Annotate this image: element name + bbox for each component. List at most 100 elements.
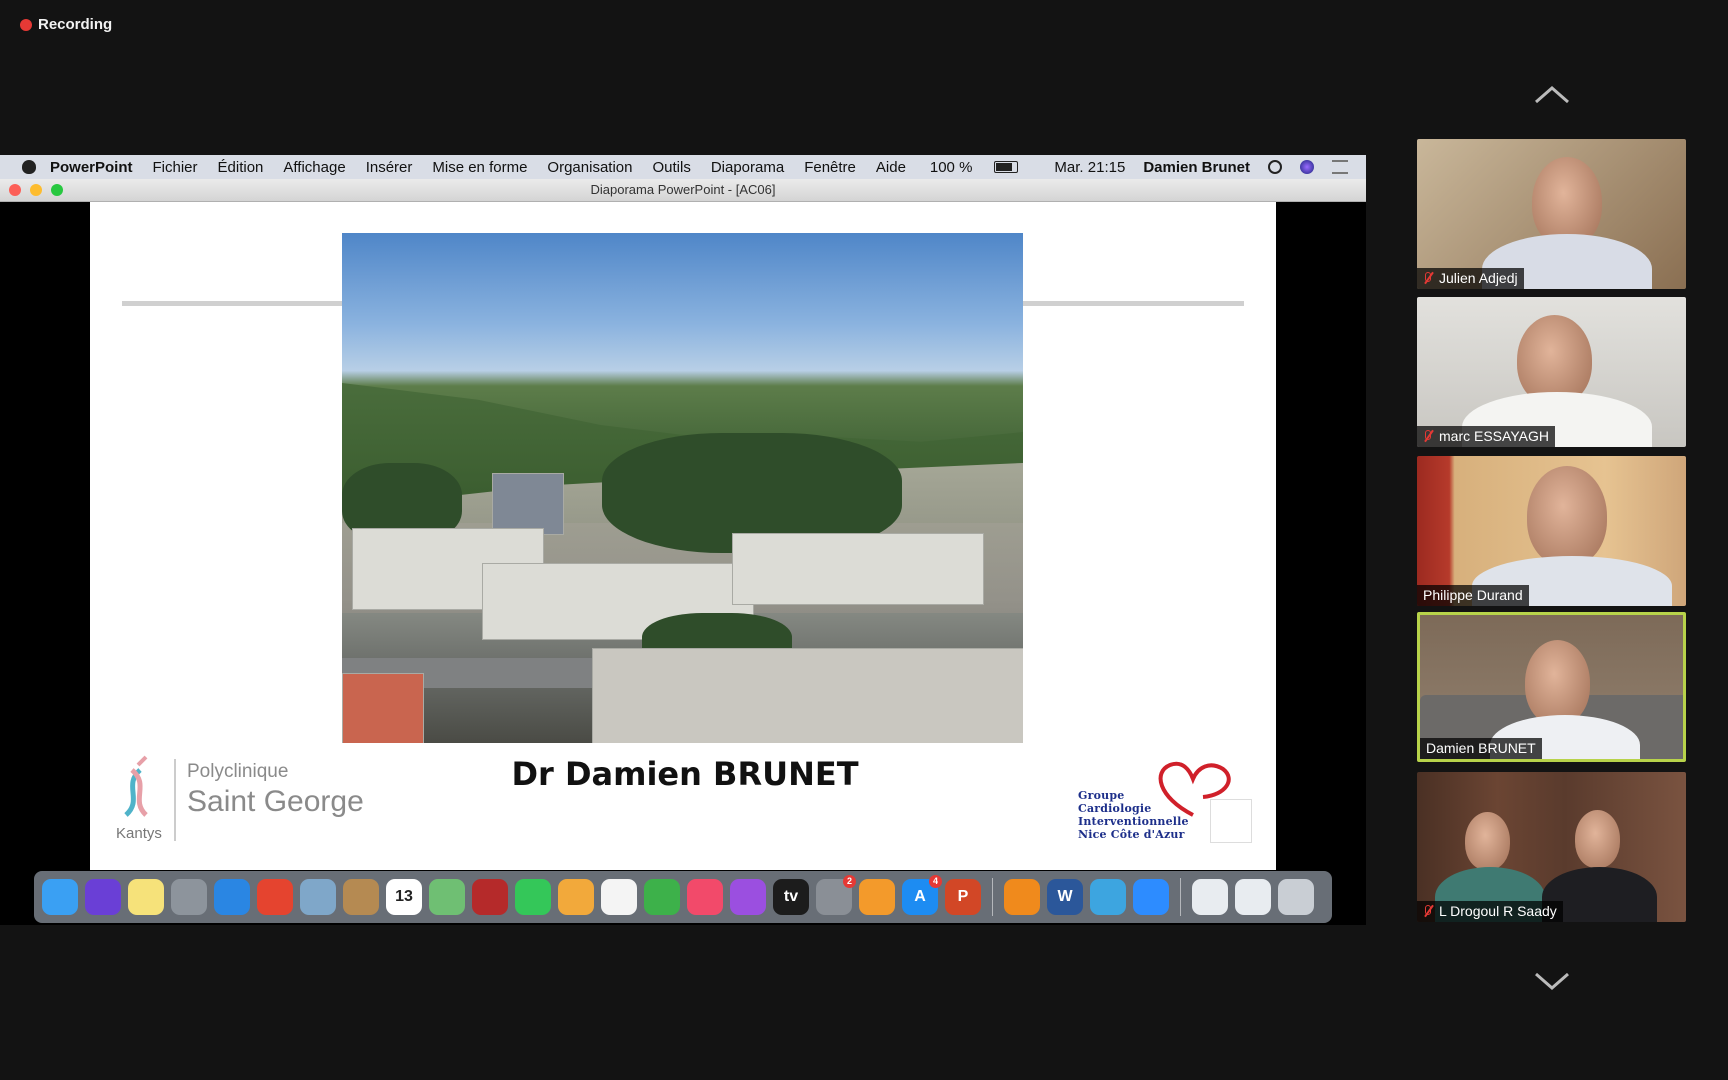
menu-mise-en-forme[interactable]: Mise en forme <box>432 159 527 176</box>
scroll-down-chevron-icon[interactable] <box>1532 968 1572 994</box>
menu-organisation[interactable]: Organisation <box>547 159 632 176</box>
launchpad-icon[interactable] <box>171 879 207 915</box>
app-store-icon[interactable]: A4 <box>902 875 942 915</box>
participant-face <box>1527 466 1607 566</box>
notification-badge: 4 <box>929 875 942 888</box>
siri-icon[interactable] <box>1300 160 1314 174</box>
scroll-up-chevron-icon[interactable] <box>1532 82 1572 108</box>
numbers-icon[interactable] <box>644 879 680 915</box>
word-glyph: W <box>1057 888 1073 905</box>
mac-dock: 13 tv 2 A 4 P W <box>34 871 1332 923</box>
polyclinique-logo: Kantys Polyclinique Saint George <box>112 755 392 845</box>
group-name-line: Groupe <box>1078 789 1125 802</box>
apple-menu-icon[interactable] <box>22 160 36 174</box>
podcasts-icon[interactable] <box>730 879 766 915</box>
safari-icon[interactable] <box>214 879 250 915</box>
shared-screen: PowerPoint Fichier Édition Affichage Ins… <box>0 155 1366 925</box>
menubar-clock[interactable]: Mar. 21:15 <box>1054 159 1125 176</box>
menu-affichage[interactable]: Affichage <box>283 159 345 176</box>
mic-muted-icon <box>1423 272 1433 285</box>
mic-muted-icon <box>1423 430 1433 443</box>
apple-tv-icon[interactable]: tv <box>773 879 809 915</box>
participant-name: L Drogoul R Saady <box>1439 903 1557 919</box>
finder-icon[interactable] <box>42 879 78 915</box>
participant-tile[interactable]: Philippe Durand <box>1417 456 1686 606</box>
calendar-icon[interactable]: 13 <box>386 879 422 915</box>
menu-aide[interactable]: Aide <box>876 159 906 176</box>
preview-icon[interactable] <box>300 879 336 915</box>
presentation-slide: Dr Damien BRUNET Kantys Polyclinique Sai… <box>90 202 1276 870</box>
menubar-user[interactable]: Damien Brunet <box>1143 159 1250 176</box>
participant-name-label: marc ESSAYAGH <box>1417 426 1555 447</box>
kantys-logo-icon <box>124 755 148 817</box>
app-store-glyph: A <box>914 888 926 905</box>
zoom-icon[interactable] <box>1133 879 1169 915</box>
participant-name: Julien Adjedj <box>1439 270 1518 286</box>
powerpoint-icon[interactable]: P <box>945 879 981 915</box>
group-name-line: Nice Côte d'Azur <box>1078 828 1185 841</box>
menu-app-name[interactable]: PowerPoint <box>50 159 133 176</box>
participant-tile[interactable]: marc ESSAYAGH <box>1417 297 1686 447</box>
window-fullscreen-icon[interactable] <box>51 184 63 196</box>
photos-icon[interactable] <box>558 879 594 915</box>
mic-muted-icon <box>1423 905 1433 918</box>
participant-tile[interactable]: L Drogoul R Saady <box>1417 772 1686 922</box>
vlc-icon[interactable] <box>1004 879 1040 915</box>
window-title: Diaporama PowerPoint - [AC06] <box>590 182 776 197</box>
participant-name-label: Julien Adjedj <box>1417 268 1524 289</box>
group-name-line: Cardiologie <box>1078 802 1152 815</box>
recording-indicator: Recording <box>20 16 112 33</box>
facetime-icon[interactable] <box>515 879 551 915</box>
slide-title: Dr Damien BRUNET <box>511 755 859 793</box>
participant-name: marc ESSAYAGH <box>1439 428 1549 444</box>
photo-building <box>492 473 564 535</box>
participant-tile[interactable]: Julien Adjedj <box>1417 139 1686 289</box>
music-icon[interactable] <box>687 879 723 915</box>
photo-roof <box>342 673 424 743</box>
maps-icon[interactable] <box>429 879 465 915</box>
siri-icon[interactable] <box>85 879 121 915</box>
documents-stack-icon[interactable] <box>1235 879 1271 915</box>
contacts-icon[interactable] <box>343 879 379 915</box>
dock-separator <box>1180 878 1181 916</box>
menu-fenetre[interactable]: Fenêtre <box>804 159 856 176</box>
recording-label: Recording <box>38 16 113 33</box>
participant-face <box>1575 810 1620 868</box>
photo-booth-icon[interactable] <box>472 879 508 915</box>
photo-building-foreground <box>592 648 1023 743</box>
participant-name-label: Philippe Durand <box>1417 585 1529 606</box>
system-preferences-icon[interactable]: 2 <box>816 875 856 915</box>
menu-diaporama[interactable]: Diaporama <box>711 159 784 176</box>
trash-icon[interactable] <box>1278 879 1314 915</box>
window-minimize-icon[interactable] <box>30 184 42 196</box>
word-icon[interactable]: W <box>1047 879 1083 915</box>
notes-icon[interactable] <box>128 879 164 915</box>
menu-inserer[interactable]: Insérer <box>366 159 413 176</box>
participant-name-label: Damien BRUNET <box>1420 738 1542 759</box>
menu-outils[interactable]: Outils <box>652 159 690 176</box>
battery-icon <box>994 160 1019 173</box>
window-close-icon[interactable] <box>9 184 21 196</box>
textedit-icon[interactable] <box>601 879 637 915</box>
window-controls <box>9 184 63 196</box>
participant-face <box>1525 640 1590 725</box>
powerpoint-glyph: P <box>957 888 969 905</box>
chrome-icon[interactable] <box>257 879 293 915</box>
remote-desktop-icon[interactable] <box>1090 879 1126 915</box>
slide-photo-aerial-view <box>342 233 1023 743</box>
participant-tile-active-speaker[interactable]: Damien BRUNET <box>1417 612 1686 762</box>
kantys-brand: Kantys <box>116 825 162 842</box>
logo-divider <box>174 759 176 841</box>
spotlight-search-icon[interactable] <box>1268 160 1282 174</box>
menu-fichier[interactable]: Fichier <box>153 159 198 176</box>
battery-status[interactable]: 100 % <box>930 159 1037 176</box>
books-icon[interactable] <box>859 879 895 915</box>
apple-tv-glyph: tv <box>783 888 799 905</box>
participant-name: Philippe Durand <box>1423 587 1523 603</box>
menu-edition[interactable]: Édition <box>218 159 264 176</box>
logo-line-1: Polyclinique <box>187 761 289 782</box>
notification-center-icon[interactable] <box>1332 160 1348 174</box>
group-name-lines: Groupe Cardiologie Interventionnelle Nic… <box>1078 789 1189 841</box>
downloads-stack-icon[interactable] <box>1192 879 1228 915</box>
calendar-glyph: 13 <box>395 888 413 905</box>
